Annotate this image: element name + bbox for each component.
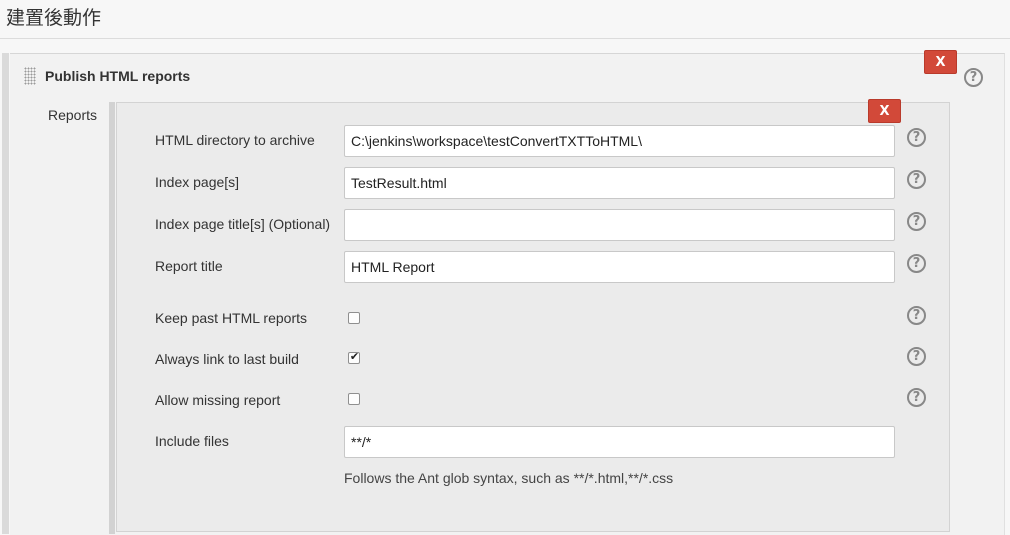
section-divider <box>0 38 1010 39</box>
drag-handle-icon[interactable] <box>24 67 36 85</box>
reports-label: Reports <box>48 107 98 123</box>
section-title: 建置後動作 <box>6 7 102 29</box>
index-titles-help-icon[interactable]: ? <box>907 212 926 231</box>
check-mark-icon: ✔ <box>349 350 360 363</box>
html-dir-label: HTML directory to archive <box>155 132 315 148</box>
index-pages-help-icon[interactable]: ? <box>907 170 926 189</box>
reports-left-bar <box>109 102 115 534</box>
step-left-bar <box>2 53 9 534</box>
index-pages-label: Index page[s] <box>155 174 240 190</box>
report-title-help-icon[interactable]: ? <box>907 254 926 273</box>
include-files-input[interactable]: **/* <box>344 426 895 458</box>
allow-missing-checkbox[interactable] <box>348 393 360 405</box>
always-link-help-icon[interactable]: ? <box>907 347 926 366</box>
keep-past-checkbox[interactable] <box>348 312 360 324</box>
step-help-icon[interactable]: ? <box>964 68 983 87</box>
include-files-label: Include files <box>155 433 229 449</box>
delete-step-button[interactable]: X <box>924 50 957 74</box>
html-dir-help-icon[interactable]: ? <box>907 128 926 147</box>
report-title-label: Report title <box>155 258 223 274</box>
html-dir-input[interactable]: C:\jenkins\workspace\testConvertTXTToHTM… <box>344 125 895 157</box>
index-titles-label: Index page title[s] (Optional) <box>155 216 331 232</box>
always-link-checkbox[interactable]: ✔ <box>348 350 360 364</box>
index-pages-input[interactable]: TestResult.html <box>344 167 895 199</box>
report-title-input[interactable]: HTML Report <box>344 251 895 283</box>
always-link-label: Always link to last build <box>155 351 299 367</box>
allow-missing-label: Allow missing report <box>155 392 281 408</box>
include-files-hint: Follows the Ant glob syntax, such as **/… <box>344 470 674 486</box>
delete-report-button[interactable]: X <box>868 99 901 123</box>
keep-past-help-icon[interactable]: ? <box>907 306 926 325</box>
allow-missing-help-icon[interactable]: ? <box>907 388 926 407</box>
index-titles-input[interactable] <box>344 209 895 241</box>
keep-past-label: Keep past HTML reports <box>155 310 307 326</box>
step-title: Publish HTML reports <box>45 68 191 84</box>
